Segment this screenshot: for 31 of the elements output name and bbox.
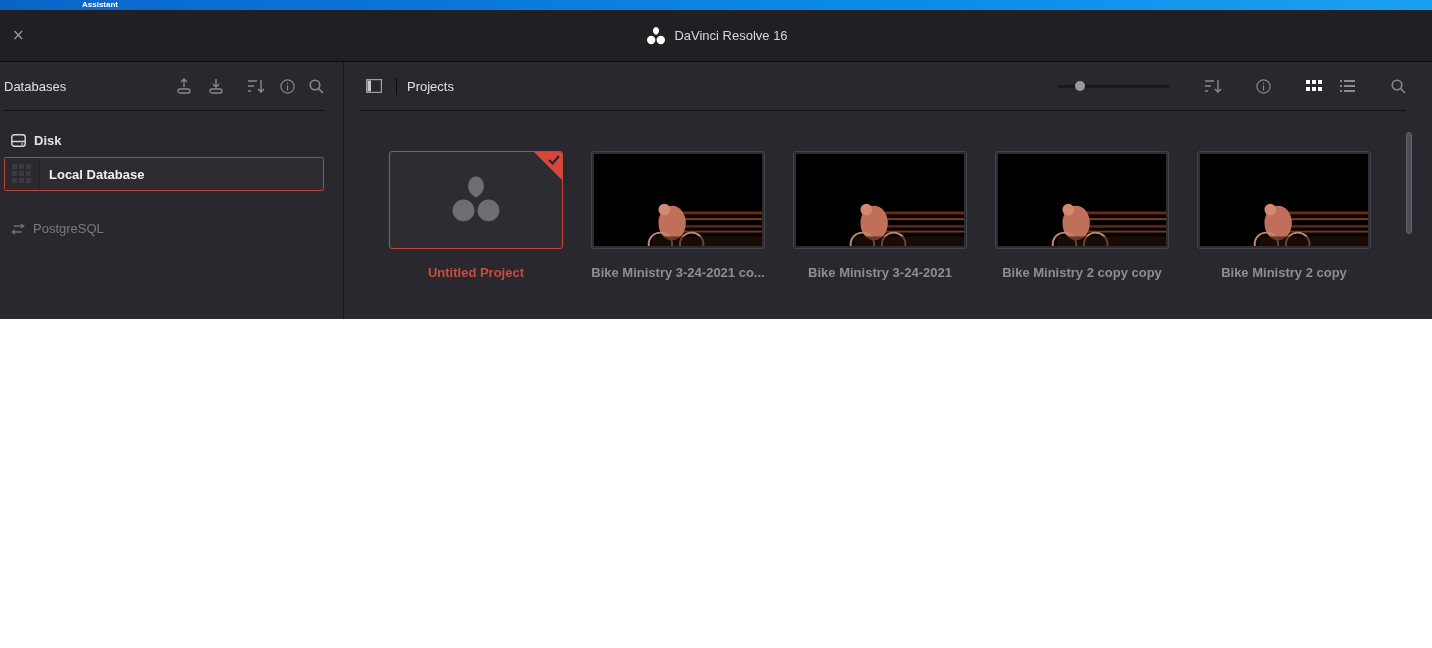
database-group-label[interactable]: Disk bbox=[34, 132, 62, 148]
project-name[interactable]: Bike Ministry 2 copy copy bbox=[1002, 265, 1162, 280]
close-button[interactable]: × bbox=[12, 27, 25, 43]
info-icon[interactable] bbox=[1256, 78, 1271, 94]
grid-view-icon[interactable] bbox=[1306, 80, 1322, 92]
panel-title: Projects bbox=[407, 78, 454, 94]
connection-arrows-icon bbox=[11, 222, 25, 235]
project-name[interactable]: Bike Ministry 2 copy bbox=[1221, 265, 1347, 280]
panel-title: Databases bbox=[4, 78, 67, 94]
sidebar-toggle-icon[interactable] bbox=[366, 79, 382, 93]
search-icon[interactable] bbox=[1391, 78, 1406, 94]
download-icon[interactable] bbox=[209, 78, 223, 94]
database-item[interactable]: Local Database bbox=[4, 157, 324, 191]
search-icon[interactable] bbox=[309, 78, 324, 94]
drive-icon bbox=[11, 133, 26, 147]
upload-icon[interactable] bbox=[177, 78, 191, 94]
database-group-label[interactable]: PostgreSQL bbox=[33, 221, 104, 236]
project-name[interactable]: Bike Ministry 3-24-2021 bbox=[808, 265, 952, 280]
resolve-logo-icon bbox=[646, 25, 667, 46]
slider-thumb[interactable] bbox=[1075, 80, 1086, 91]
scrollbar[interactable] bbox=[1406, 132, 1412, 234]
taskbar-label[interactable]: Assistant bbox=[82, 0, 118, 9]
sort-icon[interactable] bbox=[247, 79, 266, 93]
project-thumbnail[interactable] bbox=[389, 151, 563, 249]
project-name[interactable]: Bike Ministry 3-24-2021 co... bbox=[591, 265, 765, 280]
selected-check-icon bbox=[534, 152, 562, 180]
info-icon[interactable] bbox=[280, 78, 295, 94]
list-view-icon[interactable] bbox=[1340, 80, 1355, 92]
window-title: DaVinci Resolve 16 bbox=[674, 28, 788, 43]
sort-icon[interactable] bbox=[1204, 79, 1223, 93]
project-name[interactable]: Untitled Project bbox=[427, 265, 525, 280]
